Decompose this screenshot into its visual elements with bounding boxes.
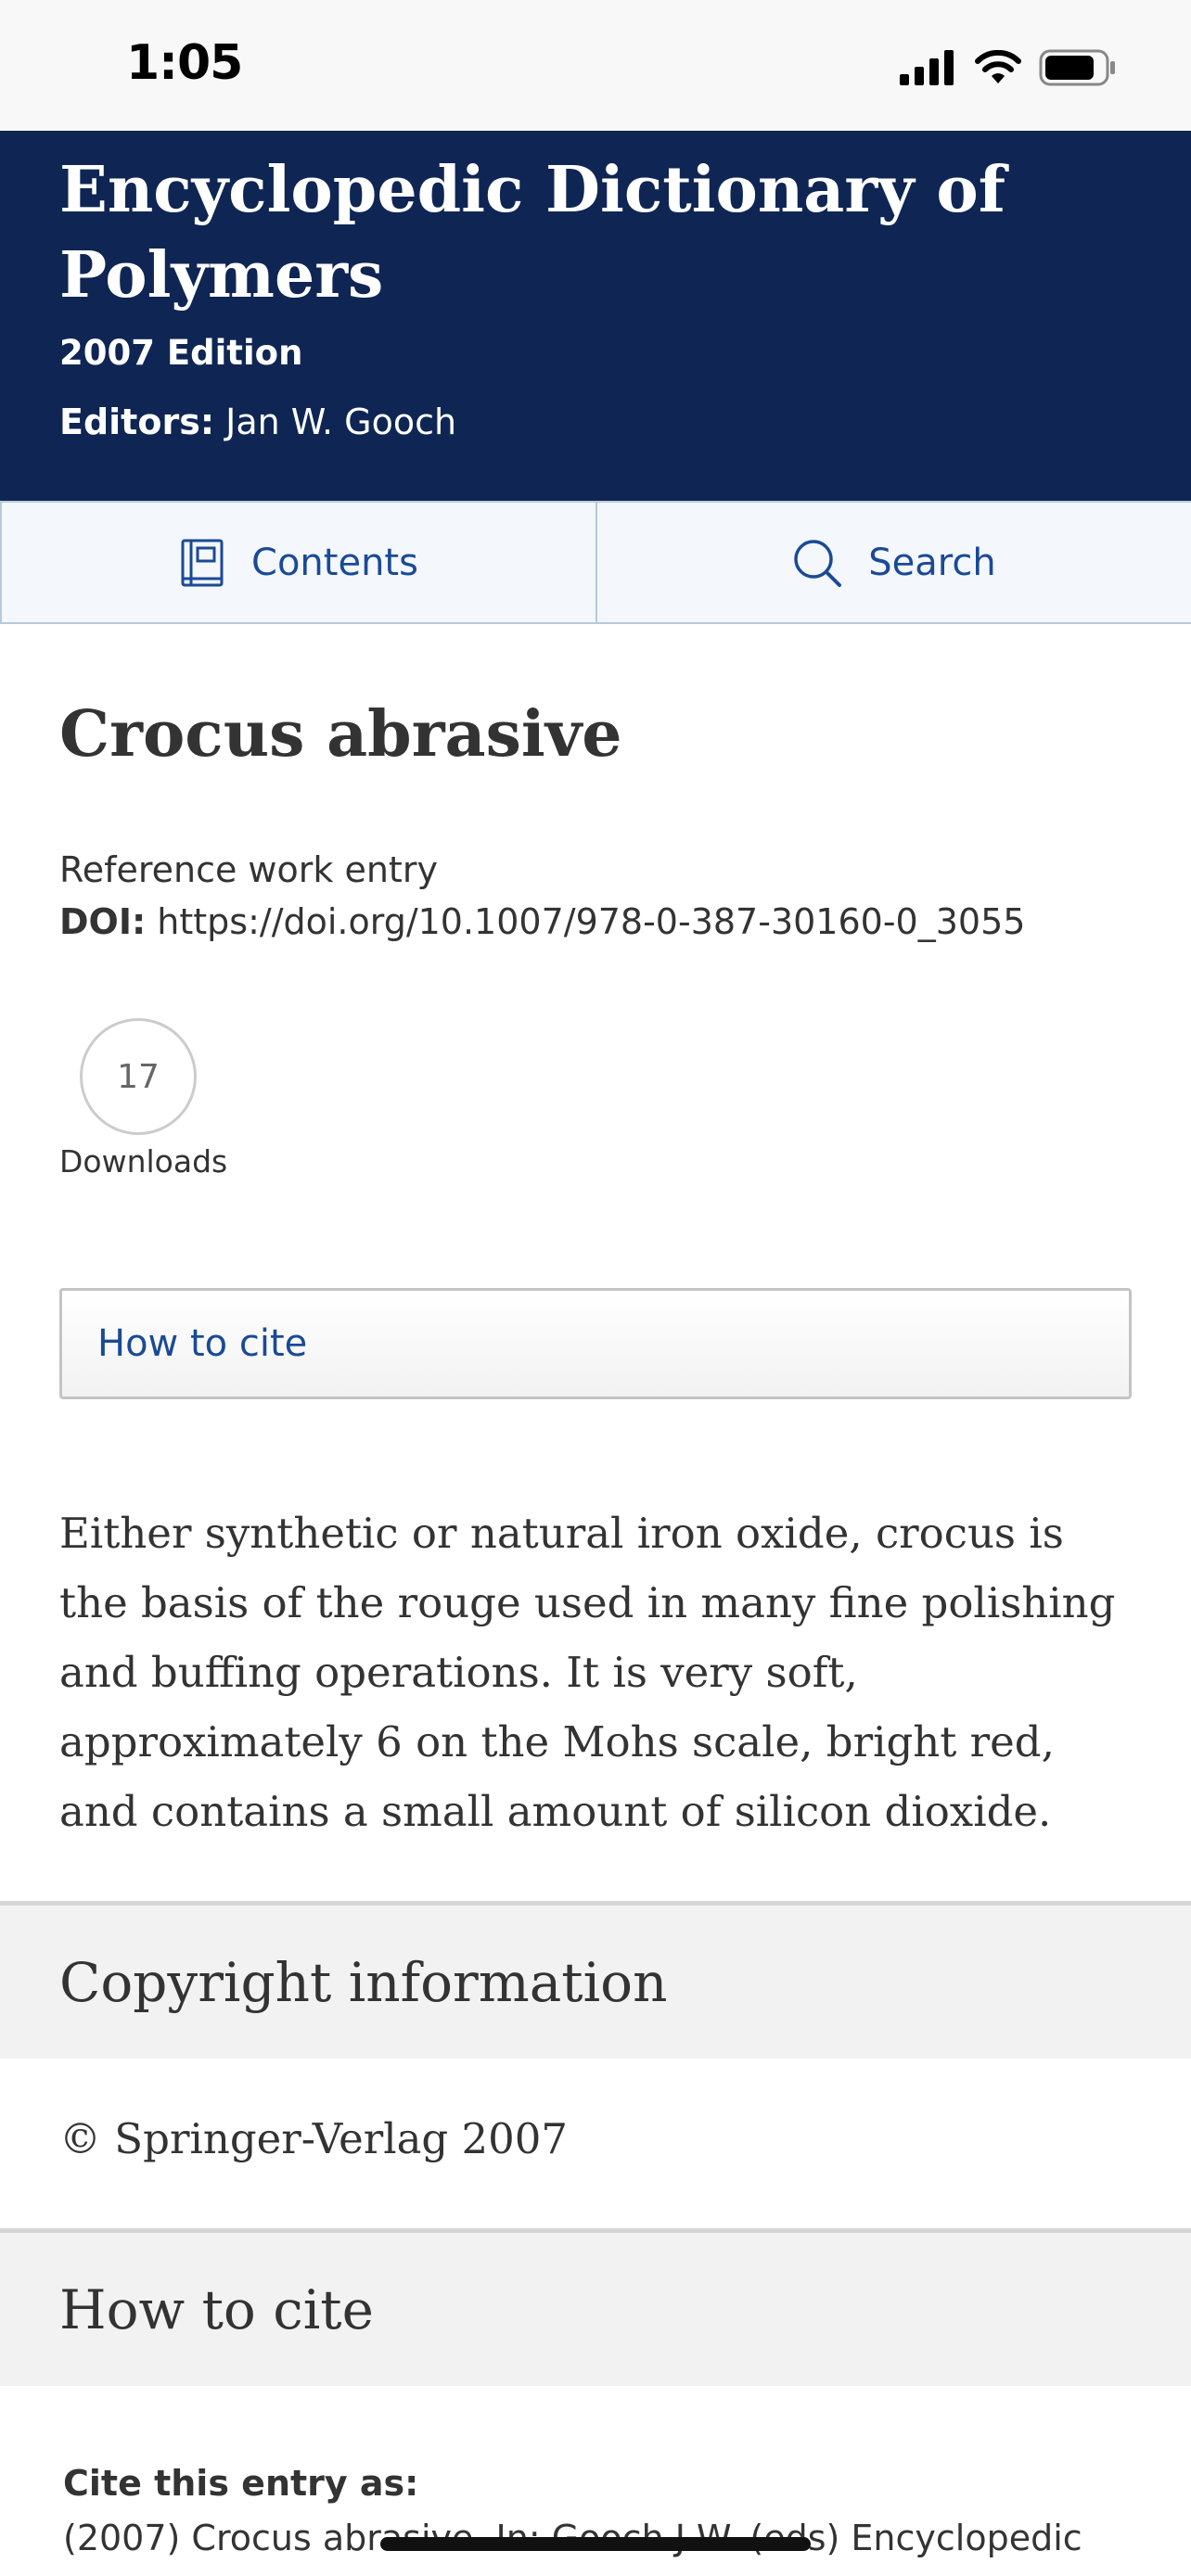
entry-type: Reference work entry bbox=[59, 849, 438, 890]
contents-tab[interactable]: Contents bbox=[0, 503, 596, 622]
doi-line: DOI: https://doi.org/10.1007/978-0-387-3… bbox=[59, 901, 1025, 942]
copyright-text: © Springer-Verlag 2007 bbox=[59, 2114, 569, 2163]
signal-icon bbox=[900, 50, 954, 85]
book-title[interactable]: Encyclopedic Dictionary of Polymers bbox=[59, 147, 1043, 318]
edition-label: 2007 Edition bbox=[59, 333, 303, 373]
downloads-label: Downloads bbox=[59, 1143, 228, 1180]
wifi-icon bbox=[975, 50, 1021, 83]
search-tab[interactable]: Search bbox=[596, 503, 1191, 622]
home-indicator[interactable] bbox=[380, 2537, 811, 2551]
cite-entry-label: Cite this entry as: bbox=[63, 2463, 419, 2504]
downloads-count-badge: 17 bbox=[80, 1018, 197, 1135]
how-to-cite-section-heading[interactable]: How to cite bbox=[0, 2228, 1191, 2386]
editors-label: Editors: bbox=[59, 402, 215, 442]
status-bar: 1:05 bbox=[0, 0, 1191, 131]
search-icon bbox=[794, 539, 842, 587]
battery-icon bbox=[1039, 49, 1115, 86]
how-to-cite-button[interactable]: How to cite bbox=[59, 1288, 1132, 1399]
editors-line: Editors: Jan W. Gooch bbox=[59, 402, 456, 442]
entry-title: Crocus abrasive bbox=[59, 697, 622, 772]
book-tabs: Contents Search bbox=[0, 501, 1191, 624]
doi-label: DOI: bbox=[59, 901, 147, 942]
contents-tab-label: Contents bbox=[251, 541, 418, 584]
copyright-section-heading[interactable]: Copyright information bbox=[0, 1901, 1191, 2059]
book-icon bbox=[181, 539, 224, 586]
doi-link[interactable]: https://doi.org/10.1007/978-0-387-30160-… bbox=[157, 901, 1025, 942]
editors-value: Jan W. Gooch bbox=[225, 402, 457, 442]
status-icons bbox=[900, 45, 1117, 91]
search-tab-label: Search bbox=[868, 541, 996, 584]
book-header: Encyclopedic Dictionary of Polymers 2007… bbox=[0, 131, 1191, 501]
entry-definition: Either synthetic or natural iron oxide, … bbox=[59, 1509, 1116, 1836]
status-time: 1:05 bbox=[126, 35, 243, 91]
